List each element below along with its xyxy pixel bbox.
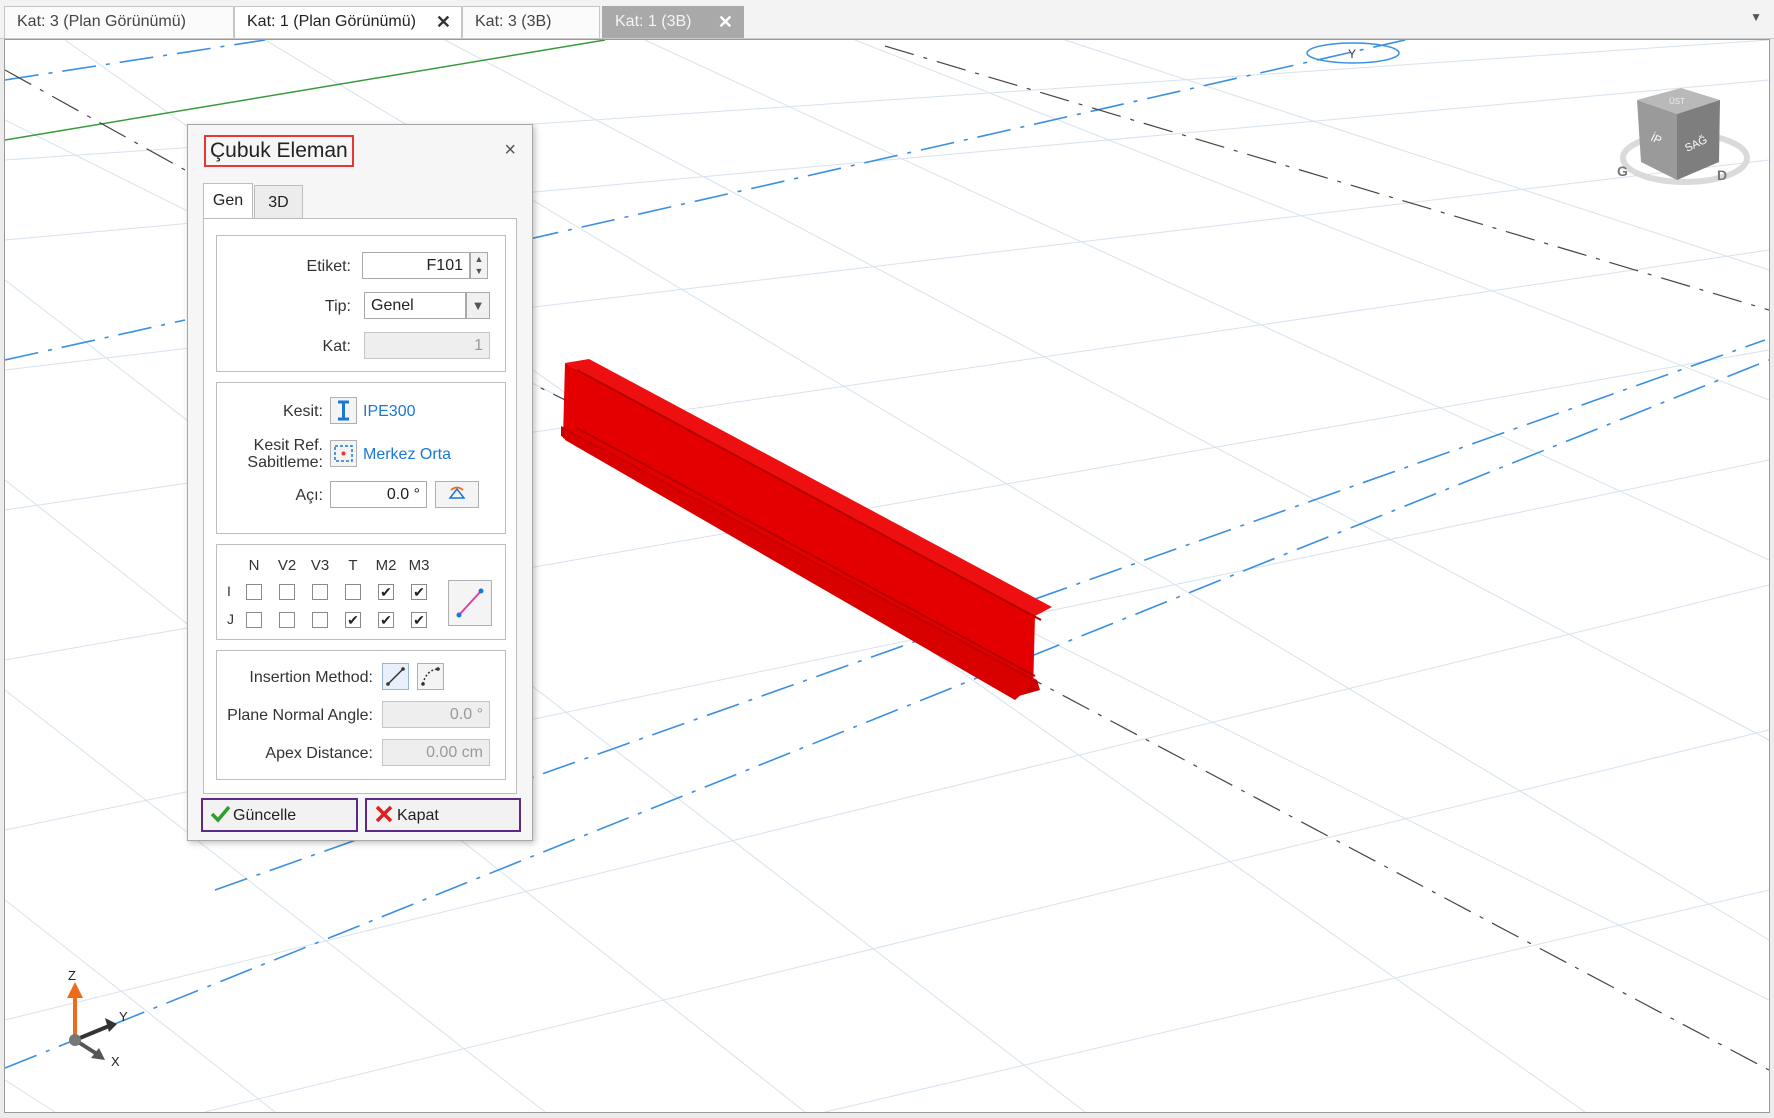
release-diagram-icon[interactable] [448, 580, 492, 626]
ref-label-line1: Kesit Ref. [253, 437, 323, 454]
insertion-apex-icon[interactable] [417, 663, 444, 690]
ref-label: Kesit Ref. Sabitleme: [227, 437, 323, 471]
release-checkbox-i-t[interactable] [345, 584, 361, 600]
tab-3d[interactable]: 3D [254, 185, 303, 219]
kat-field: 1 [364, 332, 490, 359]
release-checkbox-j-v3[interactable] [312, 612, 328, 628]
close-icon[interactable]: ✕ [436, 12, 451, 33]
release-header-n: N [248, 557, 260, 574]
tab-kat1-plan[interactable]: Kat: 1 (Plan Görünümü) ✕ [234, 6, 462, 38]
kat-label: Kat: [322, 338, 351, 355]
close-button[interactable]: Kapat [365, 798, 521, 832]
tab-label: Kat: 3 (3B) [475, 13, 552, 30]
tab-overflow-dropdown-icon[interactable]: ▼ [1750, 10, 1762, 24]
release-checkbox-j-t[interactable]: ✔ [345, 612, 361, 628]
close-icon[interactable]: ✕ [718, 12, 733, 33]
tab-kat1-3b[interactable]: Kat: 1 (3B) ✕ [602, 6, 744, 38]
release-checkbox-i-m3[interactable]: ✔ [411, 584, 427, 600]
update-button[interactable]: Güncelle [201, 798, 358, 832]
release-header-v2: V2 [277, 557, 297, 574]
tab-label: Kat: 1 (3B) [615, 13, 692, 30]
axis-x-label: X [111, 1054, 120, 1069]
dialog-tab-content: Etiket: F101 ▲ ▼ Tip: Genel ▼ Kat: 1 Kesi… [203, 218, 517, 794]
apex-distance-field: 0.00 cm [382, 739, 490, 766]
chevron-down-icon[interactable]: ▼ [466, 292, 490, 319]
update-button-label: Güncelle [233, 807, 297, 824]
insertion-method-label: Insertion Method: [249, 669, 373, 686]
rotate-angle-icon[interactable] [435, 481, 479, 508]
reference-link[interactable]: Merkez Orta [363, 446, 451, 464]
axis-y-label: Y [119, 1009, 128, 1024]
section-group: Kesit: IPE300 Kesit Ref. Sabitleme: Merk… [216, 382, 506, 534]
release-checkbox-i-n[interactable] [246, 584, 262, 600]
release-checkbox-j-m2[interactable]: ✔ [378, 612, 394, 628]
axis-z-label: Z [68, 968, 76, 983]
etiket-spinner[interactable]: ▲ ▼ [470, 252, 488, 279]
view-cube[interactable]: İP SAĞ ÜST G D [1617, 88, 1750, 185]
north-marker-label: Y [1348, 47, 1356, 61]
tab-label: Kat: 1 (Plan Görünümü) [247, 13, 416, 30]
i-beam-section-icon[interactable] [330, 397, 357, 424]
apex-distance-label: Apex Distance: [265, 745, 373, 762]
plane-normal-angle-label: Plane Normal Angle: [227, 707, 373, 724]
tab-general[interactable]: Gen [203, 183, 253, 219]
document-tab-bar: Kat: 3 (Plan Görünümü) Kat: 1 (Plan Görü… [0, 0, 1774, 39]
section-link[interactable]: IPE300 [363, 403, 415, 421]
release-checkbox-i-v2[interactable] [279, 584, 295, 600]
view-cube-top-label: ÜST [1669, 97, 1685, 106]
release-checkbox-i-m2[interactable]: ✔ [378, 584, 394, 600]
close-icon[interactable]: × [504, 139, 516, 162]
compass-left-label: G [1617, 163, 1628, 179]
release-header-m3: M3 [408, 557, 430, 574]
tip-select[interactable]: Genel [364, 292, 466, 319]
plane-normal-angle-field: 0.0 ° [382, 701, 490, 728]
release-row-j-label: J [227, 611, 234, 627]
release-header-t: T [348, 557, 358, 574]
releases-group: N V2 V3 T M2 M3 I J ✔ ✔ ✔ ✔ ✔ [216, 544, 506, 640]
kesit-label: Kesit: [282, 403, 323, 420]
steel-beam-ipe300[interactable] [561, 359, 1052, 700]
etiket-label: Etiket: [306, 258, 351, 275]
axis-triad: Z Y X [67, 968, 128, 1069]
release-header-m2: M2 [375, 557, 397, 574]
release-checkbox-i-v3[interactable] [312, 584, 328, 600]
anchor-point-icon[interactable] [330, 440, 357, 467]
insertion-straight-icon[interactable] [382, 663, 409, 690]
insertion-group: Insertion Method: Plane Normal Angle: 0.… [216, 650, 506, 780]
release-checkbox-j-v2[interactable] [279, 612, 295, 628]
tab-kat3-3b[interactable]: Kat: 3 (3B) [462, 6, 600, 38]
release-row-i-label: I [227, 583, 231, 599]
release-checkbox-j-n[interactable] [246, 612, 262, 628]
angle-input[interactable]: 0.0 ° [330, 481, 427, 508]
3d-viewport[interactable]: Y İP SAĞ ÜST G D Z Y X Çubuk Eleman × Ge… [4, 39, 1770, 1113]
aci-label: Açı: [295, 487, 323, 504]
tab-kat3-plan[interactable]: Kat: 3 (Plan Görünümü) [4, 6, 234, 38]
general-group: Etiket: F101 ▲ ▼ Tip: Genel ▼ Kat: 1 [216, 235, 506, 372]
release-header-v3: V3 [310, 557, 330, 574]
dialog-title: Çubuk Eleman [204, 135, 354, 167]
frame-element-dialog: Çubuk Eleman × Gen 3D Etiket: F101 ▲ ▼ Ti… [187, 124, 533, 841]
ref-label-line2: Sabitleme: [247, 454, 323, 471]
tab-label: Kat: 3 (Plan Görünümü) [17, 13, 186, 30]
tip-label: Tip: [324, 298, 351, 315]
close-button-label: Kapat [397, 807, 439, 824]
release-checkbox-j-m3[interactable]: ✔ [411, 612, 427, 628]
compass-right-label: D [1717, 167, 1727, 183]
etiket-input[interactable]: F101 [362, 252, 470, 279]
